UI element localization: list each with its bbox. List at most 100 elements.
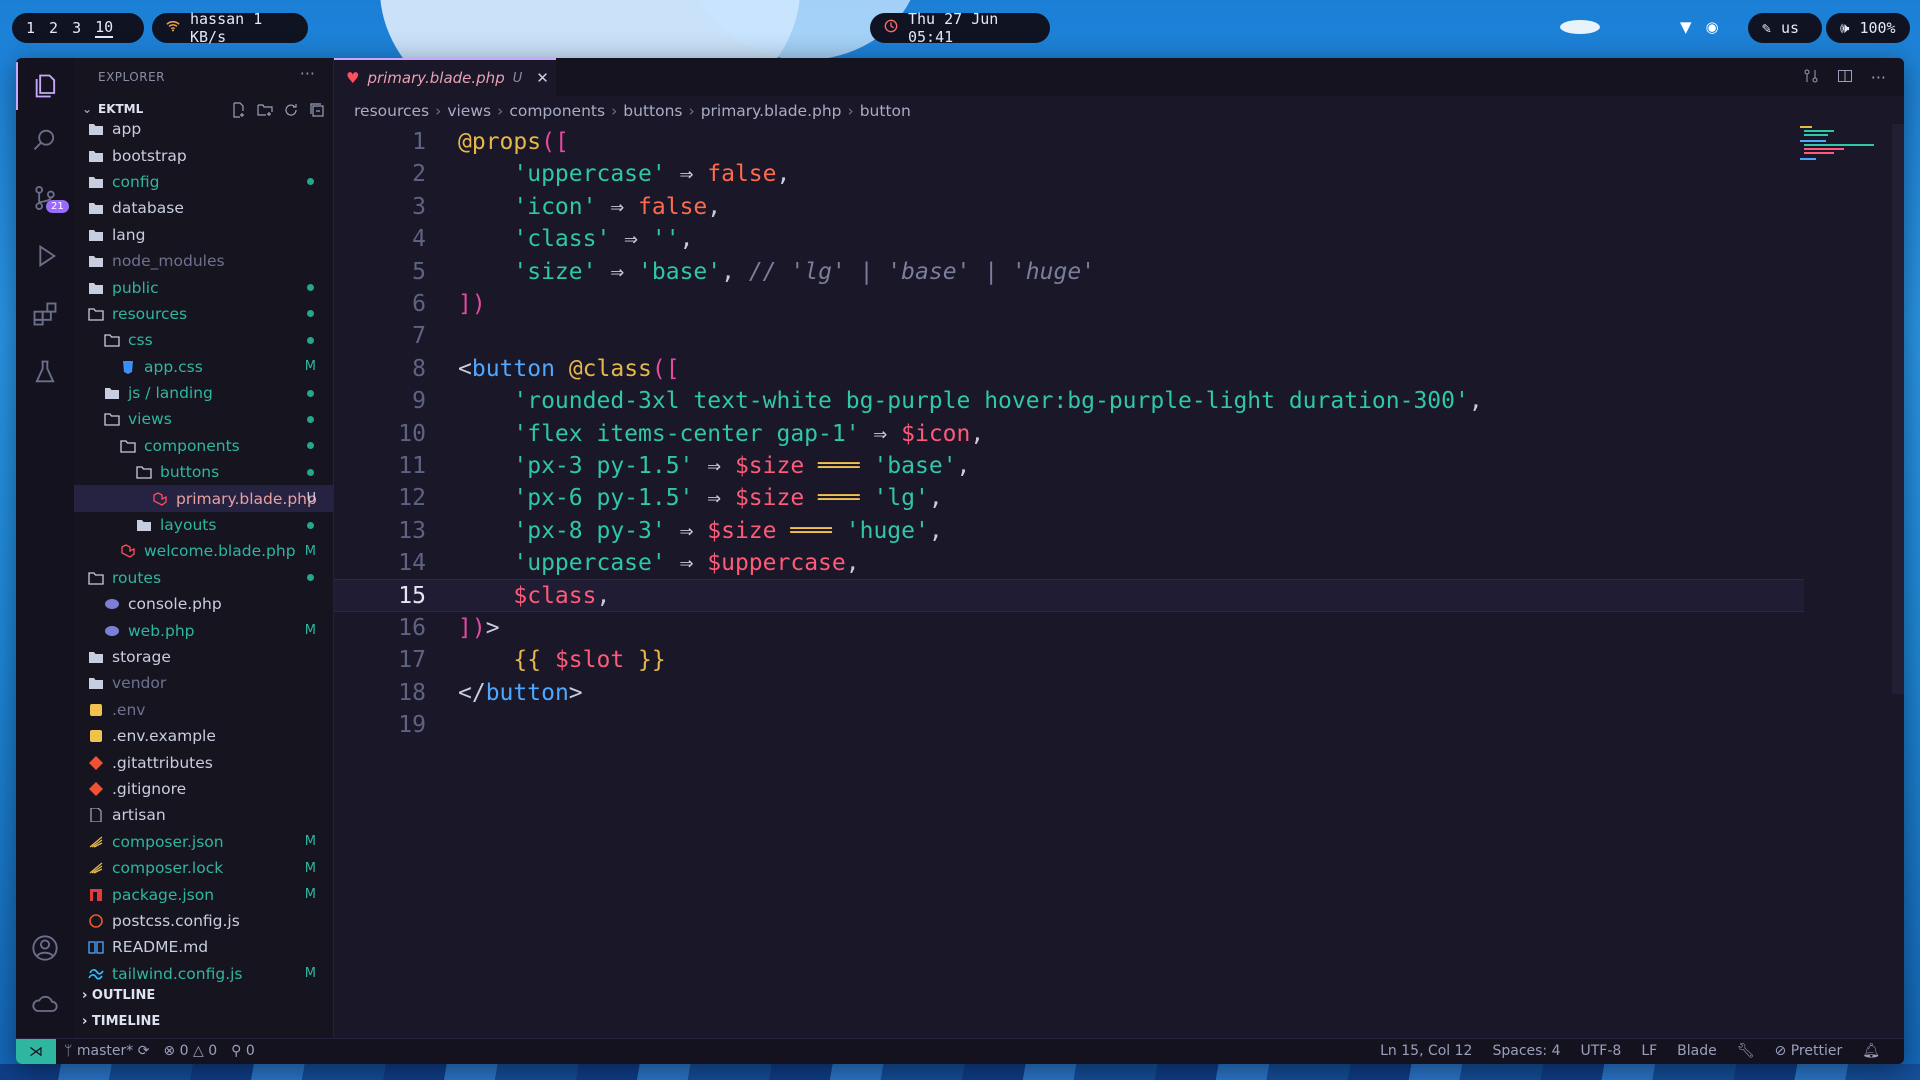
workspace-1[interactable]: 1 [26, 19, 35, 37]
tree-item[interactable]: README.md [74, 934, 334, 960]
line-text: ])> [458, 612, 500, 644]
breadcrumb-item[interactable]: components [509, 102, 605, 120]
tree-item[interactable]: public [74, 274, 334, 300]
tree-item[interactable]: composer.lock M [74, 855, 334, 881]
code-line[interactable]: 14 'uppercase' ⇒ $uppercase, [334, 547, 1804, 579]
tree-item[interactable]: database [74, 195, 334, 221]
workspace-2[interactable]: 2 [49, 19, 58, 37]
tree-item[interactable]: vendor [74, 670, 334, 696]
tree-item[interactable]: artisan [74, 802, 334, 828]
code-line[interactable]: 15 $class, [334, 579, 1804, 612]
tree-item[interactable]: layouts [74, 512, 334, 538]
minimap[interactable] [1794, 124, 1874, 164]
branch-indicator[interactable]: ᛘ master* ⟳ [64, 1043, 149, 1059]
extensions-activity-icon[interactable] [16, 290, 74, 338]
compare-changes-icon[interactable] [1803, 68, 1819, 88]
code-line[interactable]: 10 'flex items-center gap-1' ⇒ $icon, [334, 418, 1804, 450]
breadcrumb-item[interactable]: buttons [623, 102, 682, 120]
tree-item[interactable]: resources [74, 301, 334, 327]
testing-activity-icon[interactable] [16, 348, 74, 396]
keyboard-layout[interactable]: ✎ us [1748, 13, 1822, 43]
indentation[interactable]: Spaces: 4 [1492, 1043, 1560, 1059]
breadcrumb-item[interactable]: primary.blade.php [701, 102, 842, 120]
explorer-activity-icon[interactable] [16, 62, 74, 110]
wifi-tray-icon[interactable]: ▼ [1680, 18, 1692, 36]
run-debug-activity-icon[interactable] [16, 232, 74, 280]
vertical-scrollbar[interactable] [1892, 124, 1904, 694]
code-line[interactable]: 13 'px-8 py-3' ⇒ $size ═══ 'huge', [334, 515, 1804, 547]
network-indicator[interactable]: hassan 1 KB/s [152, 10, 308, 46]
code-line[interactable]: 2 'uppercase' ⇒ false, [334, 158, 1804, 190]
formatter-indicator[interactable]: ⊘ Prettier [1775, 1043, 1843, 1059]
code-view[interactable]: 1 @props([2 'uppercase' ⇒ false, 3 'icon' … [334, 126, 1804, 741]
outline-section[interactable]: › OUTLINE [82, 988, 155, 1003]
code-line[interactable]: 9 'rounded-3xl text-white bg-purple hove… [334, 385, 1804, 417]
tree-item[interactable]: views [74, 406, 334, 432]
remote-indicator[interactable]: ⋊ [16, 1039, 56, 1064]
tree-item[interactable]: .env.example [74, 723, 334, 749]
code-line[interactable]: 7 [334, 320, 1804, 352]
code-line[interactable]: 8 <button @class([ [334, 353, 1804, 385]
code-line[interactable]: 6]) [334, 288, 1804, 320]
tree-item[interactable]: web.php M [74, 617, 334, 643]
wrench-icon[interactable]: 🔧︎ [1737, 1043, 1755, 1059]
code-line[interactable]: 4 'class' ⇒ '', [334, 223, 1804, 255]
more-actions-icon[interactable]: ··· [300, 64, 315, 83]
tree-item[interactable]: css [74, 327, 334, 353]
tree-item[interactable]: .env [74, 697, 334, 723]
close-icon[interactable]: ✕ [536, 69, 549, 87]
tree-item[interactable]: js / landing [74, 380, 334, 406]
tree-item[interactable]: postcss.config.js [74, 908, 334, 934]
cloud-icon[interactable] [16, 980, 74, 1028]
code-line[interactable]: 19 [334, 709, 1804, 741]
more-actions-icon[interactable]: ··· [1871, 68, 1886, 88]
tree-item[interactable]: tailwind.config.js M [74, 961, 334, 987]
tree-item[interactable]: .gitattributes [74, 749, 334, 775]
code-line[interactable]: 18 </button> [334, 677, 1804, 709]
tree-item[interactable]: components [74, 433, 334, 459]
workspace-10[interactable]: 10 [95, 18, 114, 38]
account-icon[interactable] [16, 924, 74, 972]
tree-item[interactable]: node_modules [74, 248, 334, 274]
code-line[interactable]: 17 {{ $slot }} [334, 644, 1804, 676]
tree-item[interactable]: composer.json M [74, 829, 334, 855]
volume-widget[interactable]: 🕪 100% [1826, 13, 1910, 43]
tree-item[interactable]: welcome.blade.php M [74, 538, 334, 564]
tree-item[interactable]: app [74, 116, 334, 142]
tree-item[interactable]: .gitignore [74, 776, 334, 802]
search-activity-icon[interactable] [16, 116, 74, 164]
code-line[interactable]: 16])> [334, 612, 1804, 644]
split-editor-icon[interactable] [1837, 68, 1853, 88]
notifications-icon[interactable]: 🔔︎ [1862, 1043, 1880, 1059]
breadcrumb-item[interactable]: button [860, 102, 911, 120]
line-ending[interactable]: LF [1641, 1043, 1657, 1059]
code-line[interactable]: 11 'px-3 py-1.5' ⇒ $size ═══ 'base', [334, 450, 1804, 482]
tree-item[interactable]: console.php [74, 591, 334, 617]
encoding[interactable]: UTF-8 [1581, 1043, 1622, 1059]
tab-primary-blade[interactable]: ♥ primary.blade.php U ✕ [334, 58, 556, 96]
language-mode[interactable]: Blade [1677, 1043, 1717, 1059]
discord-icon[interactable]: ◉ [1706, 18, 1719, 36]
tree-item[interactable]: routes [74, 565, 334, 591]
code-line[interactable]: 1 @props([ [334, 126, 1804, 158]
breadcrumb-item[interactable]: views [447, 102, 491, 120]
tree-item[interactable]: app.css M [74, 354, 334, 380]
code-line[interactable]: 5 'size' ⇒ 'base', // 'lg' | 'base' | 'h… [334, 256, 1804, 288]
code-line[interactable]: 3 'icon' ⇒ false, [334, 191, 1804, 223]
tree-item[interactable]: config [74, 169, 334, 195]
cursor-position[interactable]: Ln 15, Col 12 [1380, 1043, 1472, 1059]
clock-widget[interactable]: Thu 27 Jun 05:41 [870, 10, 1050, 46]
breadcrumb-item[interactable]: resources [354, 102, 429, 120]
tree-item[interactable]: package.json M [74, 881, 334, 907]
tree-item[interactable]: primary.blade.php U [74, 485, 334, 512]
source-control-activity-icon[interactable]: 21 [16, 174, 74, 222]
timeline-section[interactable]: › TIMELINE [82, 1014, 160, 1029]
code-line[interactable]: 12 'px-6 py-1.5' ⇒ $size ═══ 'lg', [334, 482, 1804, 514]
problems-indicator[interactable]: ⊗ 0 △ 0 [163, 1043, 217, 1059]
ports-indicator[interactable]: ⚲ 0 [231, 1043, 255, 1059]
tree-item[interactable]: lang [74, 222, 334, 248]
workspace-3[interactable]: 3 [72, 19, 81, 37]
tree-item[interactable]: bootstrap [74, 142, 334, 168]
tree-item[interactable]: storage [74, 644, 334, 670]
tree-item[interactable]: buttons [74, 459, 334, 485]
